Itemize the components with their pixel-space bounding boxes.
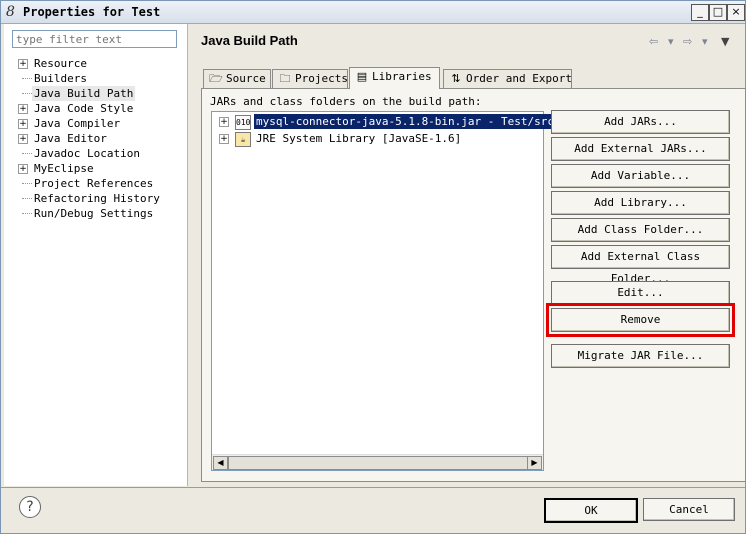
- maximize-button[interactable]: □: [709, 4, 727, 21]
- libraries-panel: JARs and class folders on the build path…: [201, 88, 746, 482]
- build-path-list[interactable]: + 010 mysql-connector-java-5.1.8-bin.jar…: [211, 111, 576, 471]
- order-export-icon: ⇅: [451, 72, 461, 85]
- jre-library-icon: ☕: [235, 132, 251, 147]
- title-bar: 8 Properties for Test _ □ ×: [1, 1, 745, 24]
- add-external-class-folder-button[interactable]: Add External Class Folder...: [551, 245, 730, 285]
- view-menu-icon[interactable]: ▼: [721, 35, 729, 48]
- ok-button[interactable]: OK: [544, 498, 638, 523]
- source-folder-icon: 🗁: [209, 72, 223, 85]
- tree-connector: [22, 213, 32, 214]
- minimize-button[interactable]: _: [691, 4, 709, 21]
- expand-icon[interactable]: +: [18, 119, 28, 129]
- migrate-jar-button[interactable]: Migrate JAR File...: [551, 344, 730, 368]
- add-variable-button[interactable]: Add Variable...: [551, 164, 730, 188]
- help-icon[interactable]: ?: [19, 496, 41, 518]
- expand-icon[interactable]: +: [219, 134, 229, 144]
- add-library-button[interactable]: Add Library...: [551, 191, 730, 215]
- filter-input[interactable]: [13, 31, 177, 47]
- right-pane: Java Build Path ⇦ ▾ ⇨ ▾ ▼ 🗁 Source 🗀 Pro…: [188, 24, 746, 486]
- forward-dropdown-icon[interactable]: ▾: [702, 35, 708, 48]
- eclipse-icon: 8: [6, 4, 15, 20]
- tree-item-label: Builders: [34, 72, 87, 85]
- tab-libraries[interactable]: ▤ Libraries: [349, 67, 440, 89]
- tree-item-label: MyEclipse: [34, 162, 94, 175]
- scroll-left-icon[interactable]: ◀: [213, 456, 228, 470]
- properties-window: 8 Properties for Test _ □ × + Resource Bui…: [0, 0, 746, 534]
- scroll-right-icon[interactable]: ▶: [527, 456, 542, 470]
- window-title: Properties for Test: [23, 5, 161, 19]
- tree-item-label: Java Compiler: [34, 117, 121, 130]
- remove-button[interactable]: Remove: [546, 303, 735, 337]
- tree-item-label: Javadoc Location: [34, 147, 140, 160]
- tree-item-label: Refactoring History: [34, 192, 160, 205]
- horizontal-scrollbar[interactable]: ◀ ▶: [212, 454, 543, 470]
- tree-item-label: Java Editor: [34, 132, 107, 145]
- add-external-jars-button[interactable]: Add External JARs...: [551, 137, 730, 161]
- tree-connector: [22, 183, 32, 184]
- edit-button[interactable]: Edit...: [551, 281, 730, 305]
- tree-item-label: Java Code Style: [34, 102, 134, 115]
- add-class-folder-button[interactable]: Add Class Folder...: [551, 218, 730, 242]
- expand-icon[interactable]: +: [219, 117, 229, 127]
- tree-connector: [22, 153, 32, 154]
- tree-connector: [22, 78, 32, 79]
- libraries-label: JARs and class folders on the build path…: [210, 95, 482, 108]
- dialog-footer: ? OK Cancel: [1, 488, 745, 533]
- scroll-thumb[interactable]: [228, 456, 528, 470]
- add-jars-button[interactable]: Add JARs...: [551, 110, 730, 134]
- expand-icon[interactable]: +: [18, 164, 28, 174]
- tab-projects[interactable]: 🗀 Projects: [272, 69, 348, 88]
- tree-connector: [22, 198, 32, 199]
- left-pane: + Resource BuildersJava Build Path + Java Co…: [4, 24, 188, 486]
- close-button[interactable]: ×: [727, 4, 745, 21]
- tree-connector: [22, 93, 32, 94]
- projects-folder-icon: 🗀: [279, 72, 291, 85]
- filter-field[interactable]: [12, 30, 177, 48]
- expand-icon[interactable]: +: [18, 104, 28, 114]
- tree-item-label: Resource: [34, 57, 87, 70]
- tree-item-label: Project References: [34, 177, 154, 190]
- jar-file-icon: 010: [235, 115, 251, 130]
- tab-source[interactable]: 🗁 Source: [203, 69, 271, 88]
- expand-icon[interactable]: +: [18, 59, 28, 69]
- page-title: Java Build Path: [201, 33, 298, 48]
- libraries-icon: ▤: [356, 70, 368, 83]
- tree-item-label: Java Build Path: [32, 86, 136, 101]
- tab-order-export[interactable]: ⇅ Order and Export: [443, 69, 572, 88]
- expand-icon[interactable]: +: [18, 134, 28, 144]
- back-dropdown-icon[interactable]: ▾: [668, 35, 674, 48]
- cancel-button[interactable]: Cancel: [643, 498, 735, 521]
- forward-arrow-icon[interactable]: ⇨: [683, 35, 692, 48]
- tree-item-label: Run/Debug Settings: [34, 207, 154, 220]
- back-arrow-icon[interactable]: ⇦: [649, 35, 658, 48]
